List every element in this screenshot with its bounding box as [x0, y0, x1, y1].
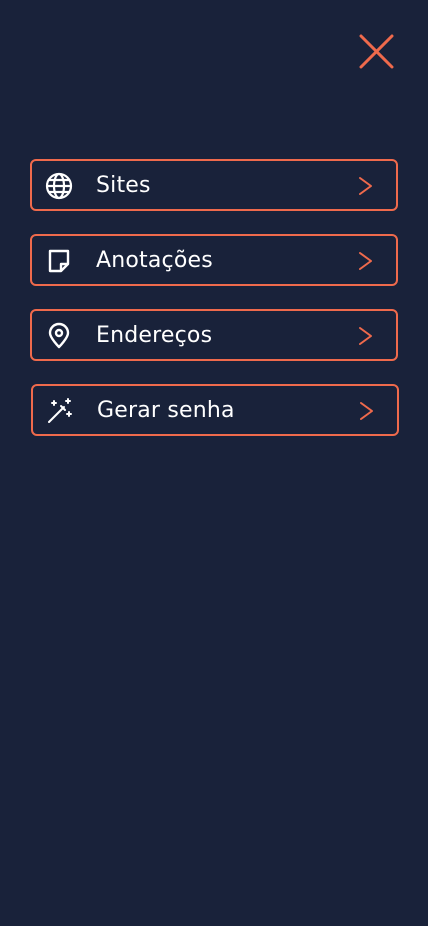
- chevron-right-icon: [356, 175, 376, 197]
- menu-item-label: Gerar senha: [97, 398, 235, 423]
- sticky-note-icon: [45, 247, 73, 275]
- chevron-right-icon: [357, 400, 377, 422]
- menu-screen: { "colors": { "background": "#19223a", "…: [0, 0, 428, 926]
- close-icon: [359, 34, 394, 69]
- menu-item-label: Sites: [96, 173, 151, 198]
- menu-item-label: Anotações: [96, 248, 213, 273]
- map-pin-icon: [45, 322, 73, 350]
- menu-item-sites[interactable]: Sites: [30, 159, 398, 211]
- menu-item-label: Endereços: [96, 323, 213, 348]
- menu-item-anotacoes[interactable]: Anotações: [30, 234, 398, 286]
- chevron-right-icon: [356, 325, 376, 347]
- menu-item-gerar-senha[interactable]: Gerar senha: [31, 384, 399, 436]
- globe-icon: [45, 172, 73, 200]
- chevron-right-icon: [356, 250, 376, 272]
- close-button[interactable]: [356, 31, 396, 71]
- menu-item-enderecos[interactable]: Endereços: [30, 309, 398, 361]
- magic-wand-icon: [46, 397, 74, 425]
